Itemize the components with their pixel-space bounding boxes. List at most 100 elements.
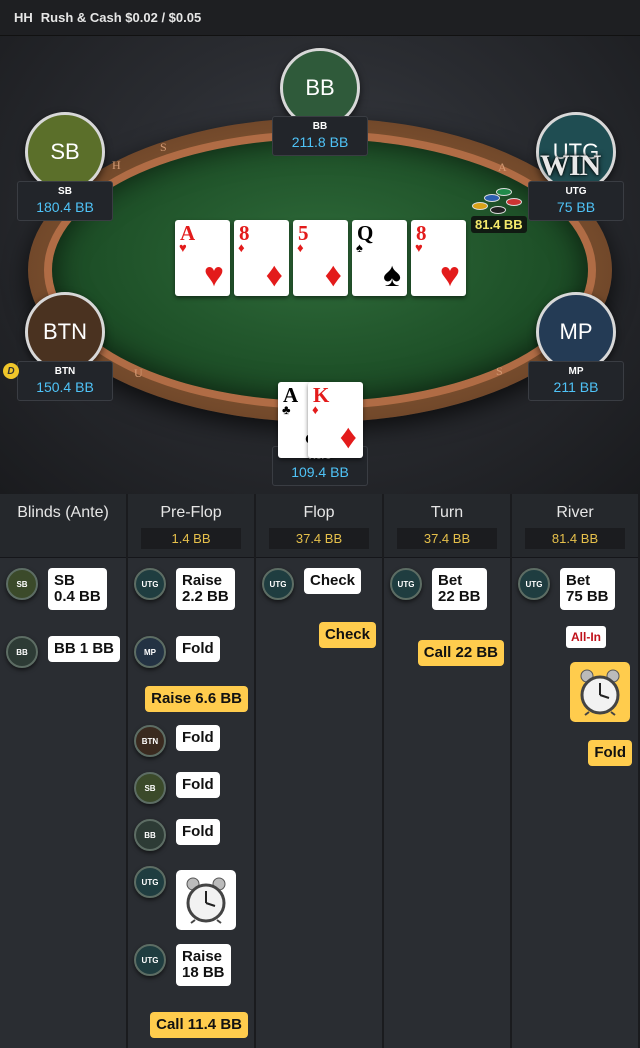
player-avatar: BB bbox=[134, 819, 166, 851]
playing-card: Q ♠ ♠ bbox=[352, 220, 407, 296]
seat-label: MP bbox=[559, 319, 593, 344]
action-text: Fold bbox=[594, 744, 626, 761]
card-suit-large: ♠ bbox=[382, 256, 401, 294]
poker-table-area: H S A U S BB BB 211.8 BB SB SB 180.4 BB UT… bbox=[0, 36, 640, 494]
action-text: Call 22 BB bbox=[423, 644, 498, 661]
card-suit: ♦ bbox=[312, 402, 319, 417]
action-bubble: Check bbox=[304, 568, 362, 594]
card-suit: ♥ bbox=[415, 240, 423, 255]
hero-action-bubble: Check bbox=[318, 622, 376, 648]
action-bubble: Fold bbox=[176, 772, 220, 798]
card-suit-large: ♦ bbox=[339, 418, 357, 456]
win-badge: WIN bbox=[540, 149, 601, 182]
action-text: Fold bbox=[182, 823, 214, 840]
action-text: Bet bbox=[566, 572, 591, 589]
street-title: Blinds (Ante) bbox=[17, 504, 109, 521]
seat-mp[interactable]: MP bbox=[536, 292, 616, 372]
street-header: Pre-Flop 1.4 BB bbox=[128, 494, 254, 558]
street-header: Flop 37.4 BB bbox=[256, 494, 382, 558]
action-text: Check bbox=[310, 572, 356, 589]
player-stack: 211 BB bbox=[553, 379, 599, 395]
street-column: Turn 37.4 BB UTG Bet 22 BB Call 22 BB bbox=[384, 494, 511, 1048]
avatar-label: UTG bbox=[397, 579, 415, 589]
street-column: Pre-Flop 1.4 BB UTG Raise 2.2 BB MP Fold Raise … bbox=[128, 494, 255, 1048]
rail-letter: S bbox=[160, 140, 167, 154]
action-text: BB 1 BB bbox=[54, 640, 115, 657]
action-text: Raise bbox=[182, 572, 223, 589]
action-amount: 22 BB bbox=[438, 588, 481, 605]
action-text: Raise bbox=[182, 948, 223, 965]
rail-letter: H bbox=[112, 158, 121, 172]
street-column: River 81.4 BB UTG Bet 75 BB All-In Fold bbox=[512, 494, 639, 1048]
hero-action-bubble: Fold bbox=[588, 740, 632, 766]
avatar-label: UTG bbox=[141, 579, 159, 589]
action-bubble: Bet 75 BB bbox=[560, 568, 615, 610]
player-avatar: SB bbox=[134, 772, 166, 804]
rail-letter: A bbox=[498, 160, 507, 174]
action-text: Call 11.4 BB bbox=[156, 1016, 242, 1033]
card-suit-large: ♥ bbox=[203, 256, 224, 294]
player-plate-bb: BB 211.8 BB bbox=[272, 116, 368, 156]
hero-action-bubble: Raise 6.6 BB bbox=[145, 686, 248, 712]
player-avatar: UTG bbox=[134, 866, 166, 898]
card-suit: ♣ bbox=[282, 402, 291, 417]
player-plate-sb: SB 180.4 BB bbox=[17, 181, 113, 221]
pot-chips-icon bbox=[470, 184, 526, 216]
player-stack: 75 BB bbox=[556, 199, 596, 215]
playing-card: K ♦ ♦ bbox=[308, 382, 363, 458]
action-text: Fold bbox=[182, 640, 214, 657]
header-game: Rush & Cash $0.02 / $0.05 bbox=[40, 10, 202, 25]
avatar-label: SB bbox=[16, 579, 28, 589]
action-text: Fold bbox=[182, 776, 214, 793]
action-bubble: Raise 2.2 BB bbox=[176, 568, 235, 610]
dealer-button: D bbox=[3, 363, 19, 379]
card-suit: ♦ bbox=[238, 240, 245, 255]
playing-card: 5 ♦ ♦ bbox=[293, 220, 348, 296]
action-text: Raise 6.6 BB bbox=[151, 690, 242, 707]
card-suit-large: ♦ bbox=[265, 256, 283, 294]
playing-card: 8 ♥ ♥ bbox=[411, 220, 466, 296]
street-header: River 81.4 BB bbox=[512, 494, 638, 558]
seat-btn[interactable]: BTN bbox=[25, 292, 105, 372]
player-avatar: UTG bbox=[390, 568, 422, 600]
action-bubble: Fold bbox=[176, 819, 220, 845]
street-pot: 81.4 BB bbox=[525, 528, 625, 549]
header-title: HH bbox=[14, 10, 33, 25]
avatar-label: UTG bbox=[141, 877, 159, 887]
action-history: Blinds (Ante) SB SB 0.4 BB BB BB 1 BB Pre-Flop… bbox=[0, 494, 640, 1048]
action-text: Bet bbox=[438, 572, 463, 589]
action-text: SB bbox=[54, 572, 75, 589]
street-header: Blinds (Ante) bbox=[0, 494, 126, 558]
card-suit-large: ♦ bbox=[324, 256, 342, 294]
card-suit: ♥ bbox=[179, 240, 187, 255]
action-bubble: BB 1 BB bbox=[48, 636, 121, 662]
player-stack: 211.8 BB bbox=[291, 134, 349, 150]
action-bubble: Fold bbox=[176, 725, 220, 751]
street-column: Blinds (Ante) SB SB 0.4 BB BB BB 1 BB bbox=[0, 494, 127, 1048]
rail-letter: S bbox=[496, 364, 503, 378]
action-amount: 0.4 BB bbox=[54, 588, 101, 605]
seat-sb[interactable]: SB bbox=[25, 112, 105, 192]
street-pot: 37.4 BB bbox=[269, 528, 369, 549]
avatar-label: MP bbox=[144, 647, 156, 657]
player-name: UTG bbox=[565, 186, 587, 197]
street-title: Turn bbox=[430, 504, 464, 521]
player-avatar: BB bbox=[6, 636, 38, 668]
player-avatar: UTG bbox=[518, 568, 550, 600]
avatar-label: UTG bbox=[525, 579, 543, 589]
player-name: BB bbox=[312, 121, 328, 132]
player-avatar: MP bbox=[134, 636, 166, 668]
card-suit-large: ♥ bbox=[439, 256, 460, 294]
action-bubble: Fold bbox=[176, 636, 220, 662]
street-title: Flop bbox=[303, 504, 335, 521]
player-stack: 180.4 BB bbox=[36, 199, 94, 215]
player-avatar: BTN bbox=[134, 725, 166, 757]
player-stack: 109.4 BB bbox=[291, 464, 349, 480]
player-name: SB bbox=[58, 186, 72, 197]
rail-letter: U bbox=[134, 366, 143, 380]
player-avatar: UTG bbox=[134, 568, 166, 600]
action-text: Fold bbox=[182, 729, 214, 746]
player-plate-btn: BTN 150.4 BB bbox=[17, 361, 113, 401]
action-bubble: Bet 22 BB bbox=[432, 568, 487, 610]
player-avatar: SB bbox=[6, 568, 38, 600]
